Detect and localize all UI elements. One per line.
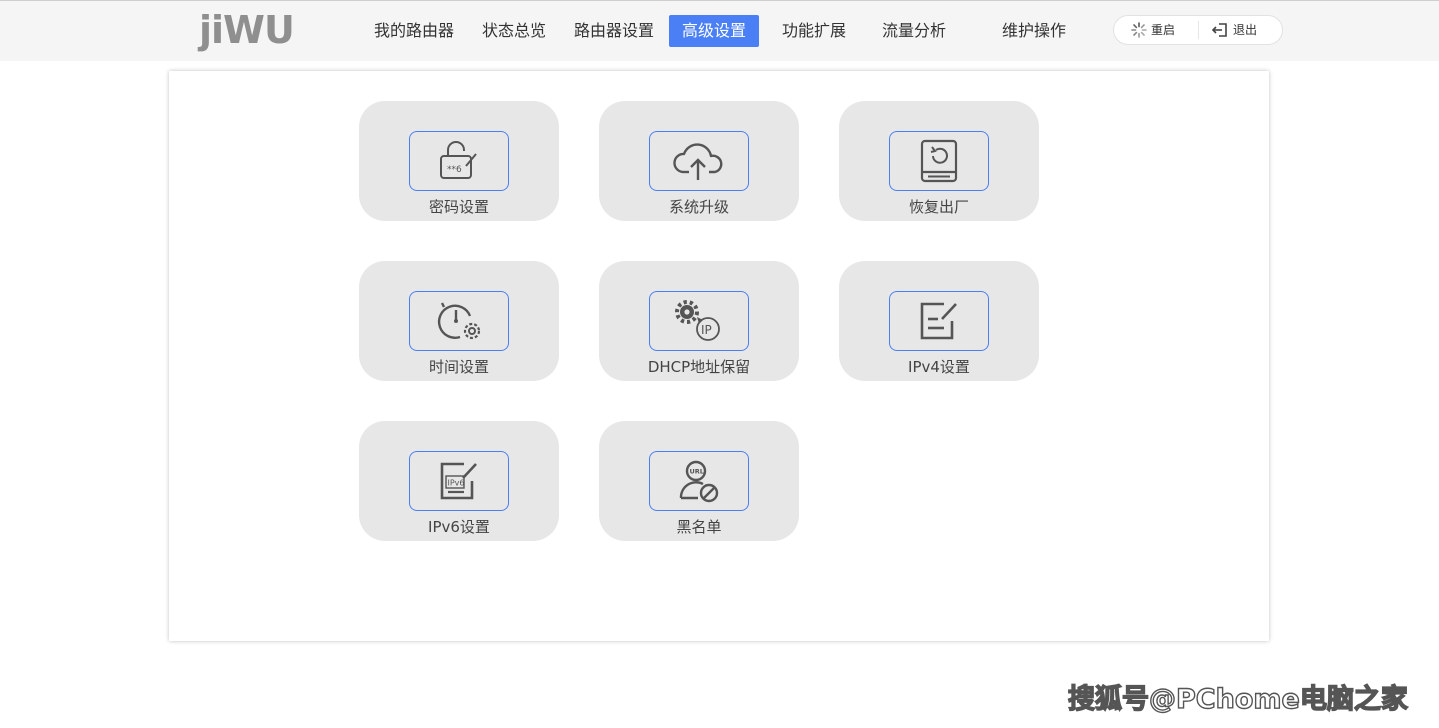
logout-button[interactable]: 退出 xyxy=(1211,16,1257,44)
restart-label: 重启 xyxy=(1151,23,1176,37)
watermark-text: 搜狐号@PChome电脑之家 xyxy=(1067,683,1408,715)
tile-label: IPv6设置 xyxy=(428,518,490,536)
user-url-block-icon: URL xyxy=(679,460,719,503)
tile-ipv6-settings[interactable]: IPv6 IPv6设置 xyxy=(359,421,559,541)
ipv6-edit-icon: IPv6 xyxy=(440,462,477,500)
tile-icon-frame xyxy=(889,131,989,191)
svg-text:URL: URL xyxy=(690,468,704,476)
nav-extensions[interactable]: 功能扩展 xyxy=(770,15,858,47)
tile-label: IPv4设置 xyxy=(908,358,970,376)
svg-text:IP: IP xyxy=(701,323,712,337)
tile-icon-frame: IP xyxy=(649,291,749,351)
nav-advanced-settings[interactable]: 高级设置 xyxy=(669,15,759,47)
tile-icon-frame: **6 xyxy=(409,131,509,191)
nav-my-router[interactable]: 我的路由器 xyxy=(364,15,464,47)
tile-icon-frame: URL xyxy=(649,451,749,511)
restart-button[interactable]: 重启 xyxy=(1131,16,1175,44)
nav-traffic-analysis[interactable]: 流量分析 xyxy=(870,15,958,47)
svg-text:**6: **6 xyxy=(447,165,462,175)
tile-icon-frame: IPv6 xyxy=(409,451,509,511)
cloud-upload-icon xyxy=(673,143,723,180)
edit-note-icon xyxy=(920,302,957,340)
tile-icon-frame xyxy=(649,131,749,191)
clock-gear-icon xyxy=(437,302,481,340)
nav-router-settings[interactable]: 路由器设置 xyxy=(564,15,664,47)
spinner-icon xyxy=(1131,22,1147,38)
logout-label: 退出 xyxy=(1233,23,1258,37)
device-restore-icon xyxy=(920,139,958,183)
tile-system-upgrade[interactable]: 系统升级 xyxy=(599,101,799,221)
tile-blacklist[interactable]: URL 黑名单 xyxy=(599,421,799,541)
tile-dhcp-reservation[interactable]: IP DHCP地址保留 xyxy=(599,261,799,381)
tile-label: 密码设置 xyxy=(428,198,489,216)
brand-logo[interactable]: jiWU xyxy=(199,5,295,55)
gear-ip-icon: IP xyxy=(675,300,720,341)
tile-label: DHCP地址保留 xyxy=(647,358,751,376)
nav-status-overview[interactable]: 状态总览 xyxy=(470,15,558,47)
tile-label: 系统升级 xyxy=(668,198,729,216)
svg-text:IPv6: IPv6 xyxy=(448,479,465,488)
tile-icon-frame xyxy=(889,291,989,351)
nav-maintenance[interactable]: 维护操作 xyxy=(990,15,1078,47)
tile-label: 时间设置 xyxy=(428,358,489,376)
tile-label: 黑名单 xyxy=(676,518,722,536)
settings-panel: **6 密码设置 系统升级 恢复出厂 时间设置 IP DHCP地址保留 IPv4… xyxy=(169,71,1269,641)
tile-factory-reset[interactable]: 恢复出厂 xyxy=(839,101,1039,221)
header-bar: jiWU 我的路由器 状态总览 路由器设置 高级设置 功能扩展 流量分析 维护操… xyxy=(0,1,1439,61)
action-group: 重启 退出 xyxy=(1113,15,1283,45)
tile-time-settings[interactable]: 时间设置 xyxy=(359,261,559,381)
tile-label: 恢复出厂 xyxy=(908,198,969,216)
tile-password-settings[interactable]: **6 密码设置 xyxy=(359,101,559,221)
action-divider xyxy=(1198,21,1199,39)
tile-icon-frame xyxy=(409,291,509,351)
lock-edit-icon: **6 xyxy=(440,141,477,179)
logout-icon xyxy=(1211,23,1227,37)
tile-ipv4-settings[interactable]: IPv4设置 xyxy=(839,261,1039,381)
